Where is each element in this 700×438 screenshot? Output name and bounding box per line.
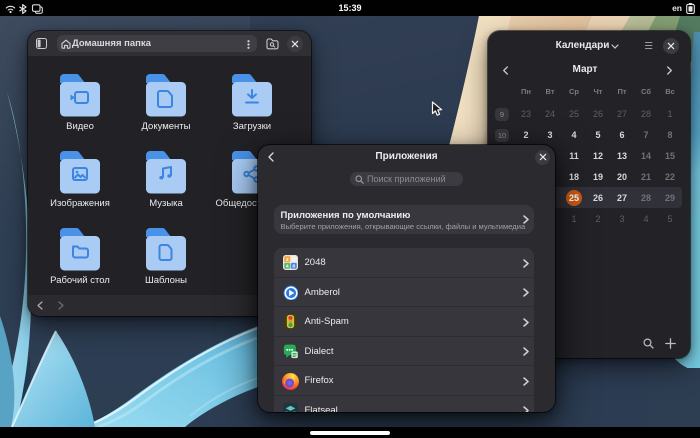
svg-text:4: 4 — [285, 264, 288, 270]
svg-text:2: 2 — [285, 257, 288, 263]
svg-text:8: 8 — [292, 264, 295, 270]
